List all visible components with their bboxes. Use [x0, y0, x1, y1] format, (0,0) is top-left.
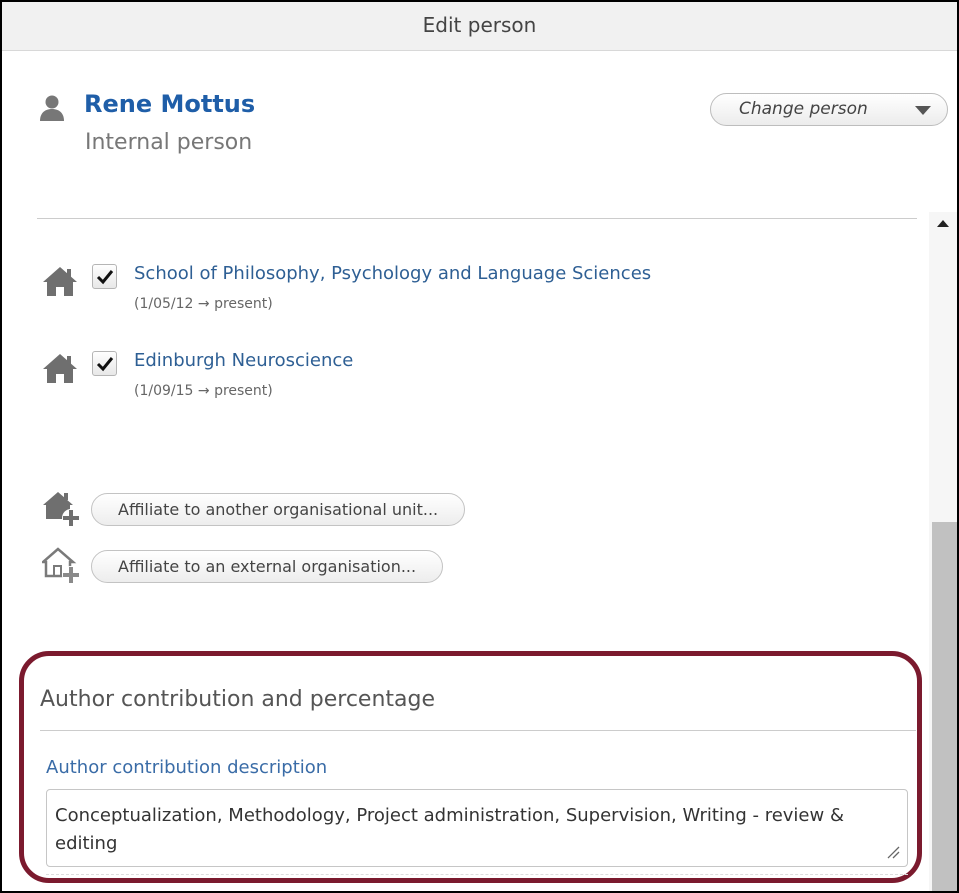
- change-person-label: Change person: [739, 99, 868, 119]
- affiliate-internal-button[interactable]: Affiliate to another organisational unit…: [91, 493, 466, 526]
- contribution-divider: [40, 730, 916, 731]
- caret-down-icon: [915, 106, 931, 115]
- add-external-house-icon: [42, 547, 80, 584]
- affiliation-row: School of Philosophy, Psychology and Lan…: [42, 263, 902, 323]
- change-person-button[interactable]: Change person: [710, 93, 948, 126]
- affiliation-name-link[interactable]: Edinburgh Neuroscience: [134, 350, 353, 371]
- scroll-up-icon[interactable]: [937, 220, 949, 227]
- section-divider: [37, 218, 917, 219]
- checkmark-icon: [96, 357, 114, 372]
- person-icon: [40, 95, 64, 121]
- affiliate-external-row: Affiliate to an external organisation...: [42, 546, 642, 586]
- affiliation-row: Edinburgh Neuroscience (1/09/15 → presen…: [42, 350, 902, 410]
- affiliate-internal-row: Affiliate to another organisational unit…: [42, 489, 642, 529]
- contribution-section-title: Author contribution and percentage: [40, 687, 436, 712]
- scrollbar-thumb[interactable]: [932, 522, 957, 891]
- affiliation-dates: (1/09/15 → present): [134, 383, 273, 399]
- house-icon: [43, 267, 77, 296]
- field-bottom-separator: [46, 874, 908, 875]
- affiliation-dates: (1/05/12 → present): [134, 296, 273, 312]
- edit-person-dialog: Edit person Rene Mottus Internal person …: [0, 0, 959, 893]
- resize-grip-icon[interactable]: [886, 845, 900, 859]
- house-icon: [43, 354, 77, 383]
- checkmark-icon: [96, 270, 114, 285]
- affiliation-name-link[interactable]: School of Philosophy, Psychology and Lan…: [134, 263, 651, 284]
- contribution-field-label: Author contribution description: [46, 757, 328, 778]
- affiliation-checkbox[interactable]: [92, 351, 117, 376]
- add-house-icon: [43, 492, 80, 527]
- affiliate-external-button[interactable]: Affiliate to an external organisation...: [91, 550, 444, 583]
- dialog-title: Edit person: [2, 2, 957, 51]
- person-type-label: Internal person: [85, 130, 253, 155]
- person-name-link[interactable]: Rene Mottus: [84, 90, 255, 118]
- affiliation-checkbox[interactable]: [92, 264, 117, 289]
- contribution-description-textarea[interactable]: Conceptualization, Methodology, Project …: [46, 789, 908, 867]
